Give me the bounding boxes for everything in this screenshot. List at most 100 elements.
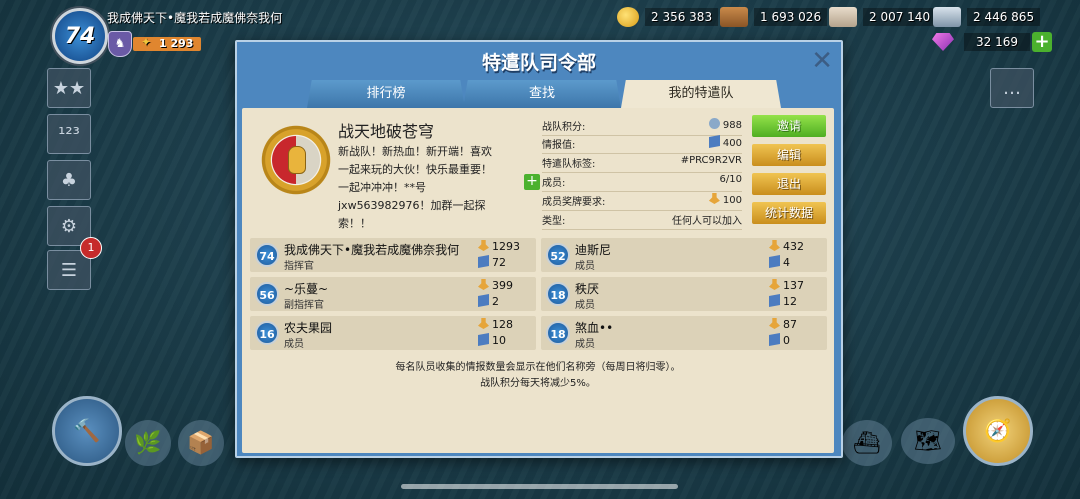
- stat-value: 988: [722, 120, 742, 131]
- member-name: 迪斯尼: [575, 243, 612, 257]
- member-level: 18: [546, 321, 570, 345]
- member-rank: 成员: [284, 339, 304, 350]
- member-row[interactable]: 16 农夫果园 成员 128 10: [250, 316, 536, 350]
- stat-row: 特遣队标签: #PRC9R2VR: [542, 155, 742, 173]
- taskforce-description: 新战队！新热血！新开端！喜欢一起来玩的大伙！快乐最重要！一起冲冲冲！**号jxw…: [338, 145, 492, 230]
- member-row[interactable]: 74 我成佛天下•魔我若成魔佛奈我何 指挥官 1293 72: [250, 238, 536, 272]
- gold-value: 2 356 383: [645, 8, 719, 26]
- wood-value: 1 693 026: [754, 8, 828, 26]
- player-name: 我成佛天下•魔我若成魔佛奈我何: [107, 11, 283, 25]
- member-row[interactable]: 52 迪斯尼 成员 432 4: [541, 238, 827, 272]
- member-victory-points: 432: [783, 240, 804, 253]
- member-rank: 成员: [575, 339, 595, 350]
- member-rank: 指挥官: [284, 261, 314, 272]
- close-icon[interactable]: ✕: [811, 46, 833, 76]
- dialog-title: 特遣队司令部: [481, 52, 596, 74]
- resource-stone: 2 007 140: [829, 7, 937, 27]
- treasure-chest-icon[interactable]: 📦: [178, 420, 224, 466]
- member-intel: 72: [492, 256, 506, 269]
- ranking-podium-icon[interactable]: ¹²³: [47, 114, 91, 154]
- member-victory-points: 1293: [492, 240, 520, 253]
- stat-label: 成员奖牌要求:: [542, 197, 606, 208]
- medal-icon: [478, 279, 489, 290]
- tab-my-taskforce[interactable]: 我的特遣队: [621, 80, 781, 108]
- intel-icon: [478, 333, 489, 346]
- stat-label: 情报值:: [542, 140, 576, 151]
- stat-row: 成员奖牌要求: 100: [542, 193, 742, 211]
- stat-value: 100: [722, 195, 742, 206]
- stat-value: 6/10: [719, 174, 742, 185]
- member-name: 农夫果园: [284, 321, 333, 335]
- invite-button[interactable]: 邀请: [752, 115, 826, 137]
- chat-icon[interactable]: …: [990, 68, 1034, 108]
- member-level: 56: [255, 282, 279, 306]
- stat-row: 成员: 6/10: [542, 174, 742, 192]
- medal-icon: [478, 318, 489, 329]
- member-row[interactable]: 18 秩厌 成员 137 12: [541, 277, 827, 311]
- member-rank: 副指挥官: [284, 300, 324, 311]
- iron-icon: [933, 7, 961, 27]
- victory-point-icon: [708, 118, 720, 129]
- taskforce-emblem-icon: [256, 120, 336, 200]
- gold-coin-icon: [617, 7, 639, 27]
- player-level-badge[interactable]: 74: [52, 8, 108, 64]
- stat-label: 成员:: [542, 178, 566, 189]
- intel-icon: [478, 294, 489, 307]
- guild-emblem-icon[interactable]: ♞: [108, 31, 132, 57]
- stat-value: 任何人可以加入: [672, 216, 742, 227]
- medal-icon: [769, 240, 780, 251]
- stat-label: 特遣队标签:: [542, 159, 596, 170]
- intel-icon: [769, 333, 780, 346]
- member-name: 煞血••: [575, 321, 614, 335]
- intel-icon: [769, 255, 780, 268]
- build-hammer-icon[interactable]: 🔨: [52, 396, 122, 466]
- member-intel: 2: [492, 295, 499, 308]
- edit-button[interactable]: 编辑: [752, 144, 826, 166]
- member-level: 52: [546, 243, 570, 267]
- medal-icon: [708, 193, 720, 204]
- leave-button[interactable]: 退出: [752, 173, 826, 195]
- stat-label: 战队积分:: [542, 122, 586, 133]
- tab-leaderboard[interactable]: 排行榜: [307, 80, 465, 108]
- stone-icon: [829, 7, 857, 27]
- diamonds-value: 32 169: [964, 33, 1030, 51]
- notification-badge: 1: [80, 237, 102, 259]
- leaderboard-stars-icon[interactable]: ★★: [47, 68, 91, 108]
- map-icon[interactable]: 🗺: [901, 418, 955, 464]
- member-name: 我成佛天下•魔我若成魔佛奈我何: [284, 243, 460, 257]
- resource-iron: 2 446 865: [933, 7, 1041, 27]
- footer-note-intel: 每名队员收集的情报数量会显示在他们名称旁（每周日将归零）。: [395, 362, 681, 373]
- member-victory-points: 128: [492, 318, 513, 331]
- victory-points-bar: ✦ 1 293: [133, 35, 201, 51]
- taskforce-group-icon[interactable]: ♣: [47, 160, 91, 200]
- member-victory-points: 137: [783, 279, 804, 292]
- intel-icon: [708, 135, 720, 148]
- stat-row: 类型: 任何人可以加入: [542, 212, 742, 230]
- member-intel: 0: [783, 334, 790, 347]
- add-member-button[interactable]: +: [524, 174, 540, 190]
- member-row[interactable]: 18 煞血•• 成员 87 0: [541, 316, 827, 350]
- member-intel: 10: [492, 334, 506, 347]
- add-diamonds-button[interactable]: +: [1032, 32, 1052, 52]
- medal-icon: [478, 240, 489, 251]
- member-row[interactable]: 56 ~乐蔓~ 副指挥官 399 2: [250, 277, 536, 311]
- member-intel: 12: [783, 295, 797, 308]
- intel-icon: [769, 294, 780, 307]
- intel-icon: [478, 255, 489, 268]
- member-rank: 成员: [575, 261, 595, 272]
- tab-search[interactable]: 查找: [463, 80, 621, 108]
- statistics-button[interactable]: 统计数据: [752, 202, 826, 224]
- member-rank: 成员: [575, 300, 595, 311]
- compass-icon[interactable]: 🧭: [963, 396, 1033, 466]
- island-map-icon[interactable]: 🌿: [125, 420, 171, 466]
- stat-value: #PRC9R2VR: [680, 155, 742, 166]
- player-level: 74: [64, 23, 96, 49]
- medal-icon: [769, 279, 780, 290]
- resource-wood: 1 693 026: [720, 7, 828, 27]
- medal-icon: [769, 318, 780, 329]
- taskforce-name: 战天地破苍穹: [338, 122, 435, 141]
- victory-points-value: 1 293: [159, 37, 194, 50]
- member-intel: 4: [783, 256, 790, 269]
- member-level: 74: [255, 243, 279, 267]
- boat-icon[interactable]: ⛴: [842, 420, 892, 466]
